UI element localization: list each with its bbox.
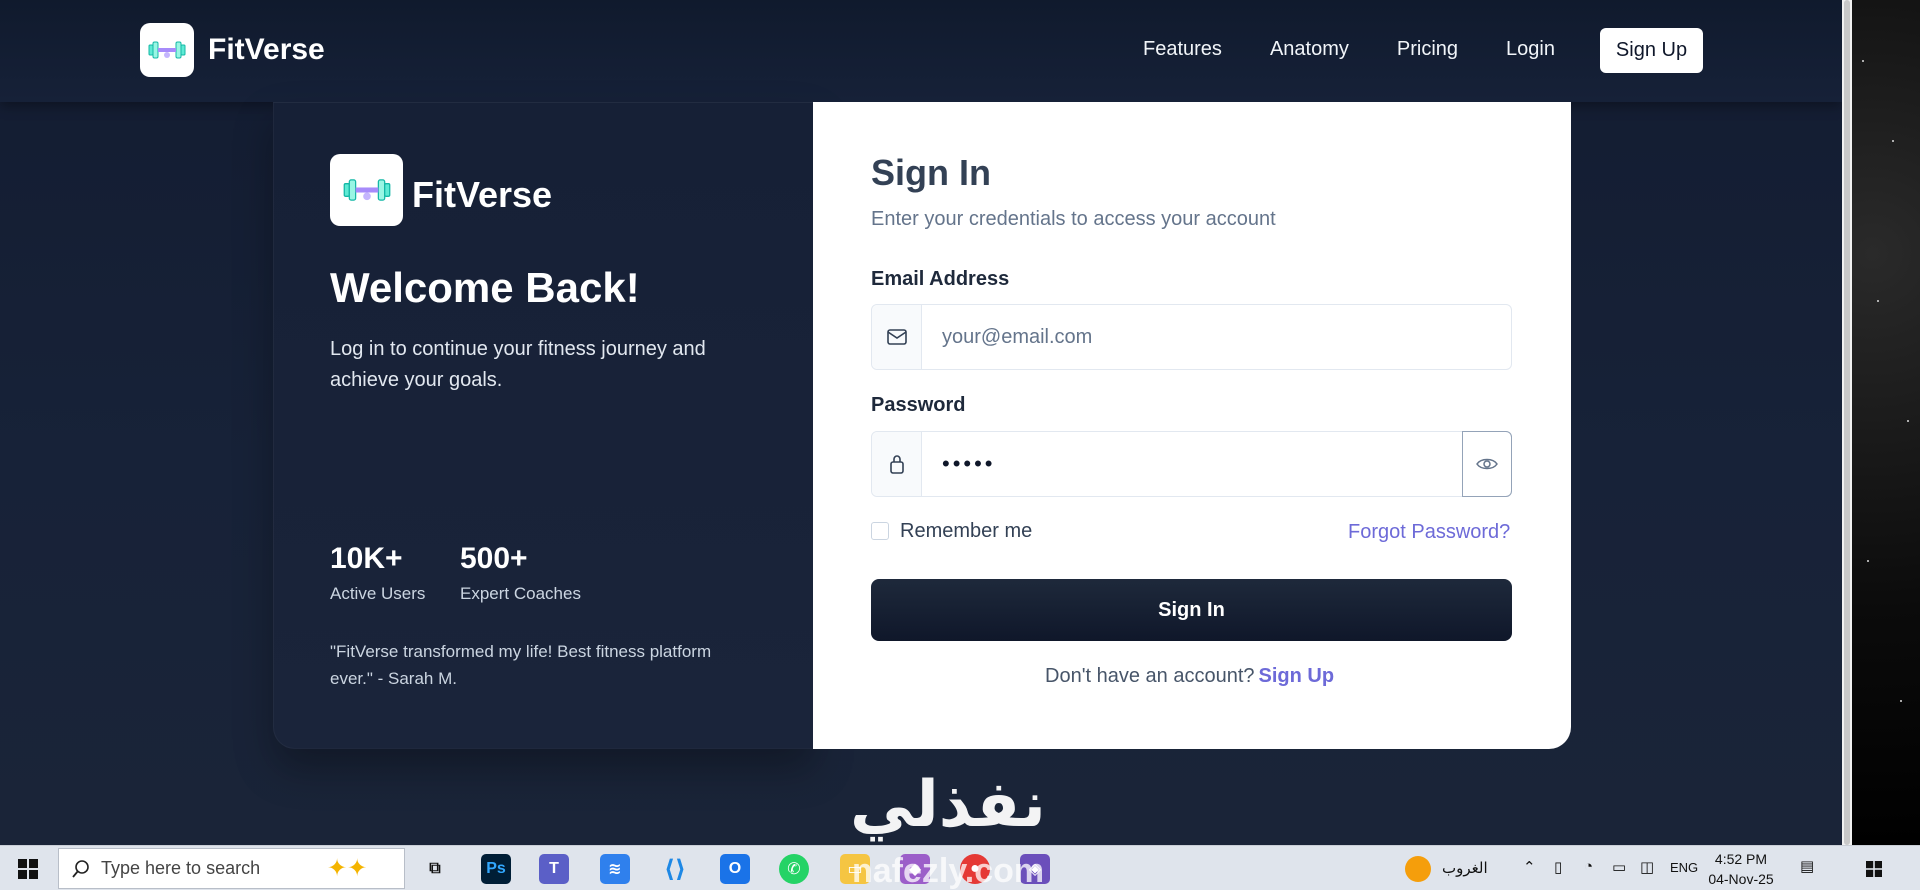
nav-links: Features Anatomy Pricing Login: [1143, 38, 1603, 61]
dumbbell-icon: [148, 41, 186, 59]
panel-brand: FitVerse: [412, 174, 553, 215]
clock-date: 04-Nov-25: [1708, 871, 1774, 887]
testimonial-quote: "FitVerse transformed my life! Best fitn…: [330, 642, 712, 688]
signin-panel: [813, 102, 1571, 749]
stat-users-value: 10K+: [330, 542, 403, 575]
stat-coaches-label: Expert Coaches: [460, 584, 581, 603]
volume-icon[interactable]: ◫: [1640, 858, 1654, 876]
wifi-icon[interactable]: ◔: [1584, 858, 1593, 875]
password-field[interactable]: [922, 432, 1462, 496]
dumbbell-icon: [343, 179, 390, 201]
lock-icon: [872, 432, 922, 496]
weather-text[interactable]: الغروب: [1442, 859, 1488, 877]
no-account-text: Don't have an account?: [1045, 665, 1255, 687]
nav-link-anatomy[interactable]: Anatomy: [1270, 38, 1349, 61]
mail-icon: [872, 305, 922, 369]
panel-logo: [330, 154, 403, 226]
nav-link-features[interactable]: Features: [1143, 38, 1222, 61]
windows-icon-secondary[interactable]: [1866, 861, 1882, 882]
notification-icon[interactable]: ▤: [1800, 857, 1814, 875]
password-label: Password: [871, 394, 966, 416]
signup-link[interactable]: Sign Up: [1259, 665, 1335, 687]
scroll-thumb[interactable]: [1844, 0, 1850, 845]
windows-icon: [18, 858, 38, 879]
remember-checkbox[interactable]: [871, 522, 889, 540]
welcome-subtext: Log in to continue your fitness journey …: [330, 338, 706, 391]
tray-device-icon[interactable]: ▯: [1554, 858, 1562, 876]
language-indicator[interactable]: ENG: [1670, 860, 1698, 875]
signin-subtitle: Enter your credentials to access your ac…: [871, 208, 1276, 230]
remember-label[interactable]: Remember me: [900, 520, 1032, 543]
search-icon: [72, 859, 89, 878]
taskbar: ✦✦ ⧉ Ps T ≋ ⟨⟩ O ✆ ▭ ◆ ● ◈ nafezly.com ا…: [0, 845, 1920, 890]
outlook-icon[interactable]: O: [720, 854, 750, 884]
clock-time: 4:52 PM: [1714, 851, 1768, 867]
toggle-password-button[interactable]: [1462, 431, 1512, 497]
app-icon[interactable]: ≋: [600, 854, 630, 884]
top-navbar: FitVerse Features Anatomy Pricing Login …: [0, 0, 1842, 102]
page-scrollbar[interactable]: [1842, 0, 1852, 845]
whatsapp-icon[interactable]: ✆: [779, 854, 809, 884]
nav-link-login[interactable]: Login: [1506, 38, 1555, 61]
battery-icon[interactable]: ▭: [1612, 858, 1626, 876]
password-input-group: [871, 431, 1512, 497]
desktop-wallpaper: [1852, 0, 1920, 845]
browser-viewport: FitVerse Features Anatomy Pricing Login …: [0, 0, 1842, 845]
signin-title: Sign In: [871, 152, 991, 193]
nav-brand[interactable]: FitVerse: [208, 33, 325, 67]
weather-icon[interactable]: [1405, 856, 1431, 882]
email-field[interactable]: [922, 305, 1511, 369]
stat-coaches-value: 500+: [460, 542, 528, 575]
teams-icon[interactable]: T: [539, 854, 569, 884]
stat-users-label: Active Users: [330, 584, 426, 603]
clock[interactable]: 4:52 PM 04-Nov-25: [1706, 849, 1776, 889]
taskbar-search[interactable]: ✦✦: [58, 848, 405, 889]
eye-icon: [1476, 458, 1498, 470]
email-label: Email Address: [871, 268, 1010, 290]
photoshop-icon[interactable]: Ps: [481, 854, 511, 884]
sparkle-icon: ✦✦: [327, 855, 368, 882]
chevron-up-icon[interactable]: ⌃: [1523, 858, 1536, 876]
nav-logo[interactable]: [140, 23, 194, 77]
nav-link-pricing[interactable]: Pricing: [1397, 38, 1458, 61]
welcome-heading: Welcome Back!: [330, 264, 640, 311]
signup-prompt: Don't have an account? Sign Up: [1045, 665, 1334, 688]
nav-signup-button[interactable]: Sign Up: [1600, 28, 1703, 73]
vscode-icon[interactable]: ⟨⟩: [660, 854, 690, 884]
forgot-password-link[interactable]: Forgot Password?: [1348, 521, 1510, 544]
windows-start-button[interactable]: [0, 846, 56, 890]
watermark-arabic: نفذلي: [850, 768, 1046, 842]
signin-button[interactable]: Sign In: [871, 579, 1512, 641]
task-view-icon[interactable]: ⧉: [420, 854, 450, 884]
email-input-group: [871, 304, 1512, 370]
taskbar-search-input[interactable]: [101, 858, 321, 879]
watermark-latin: nafezly.com: [852, 852, 1045, 890]
